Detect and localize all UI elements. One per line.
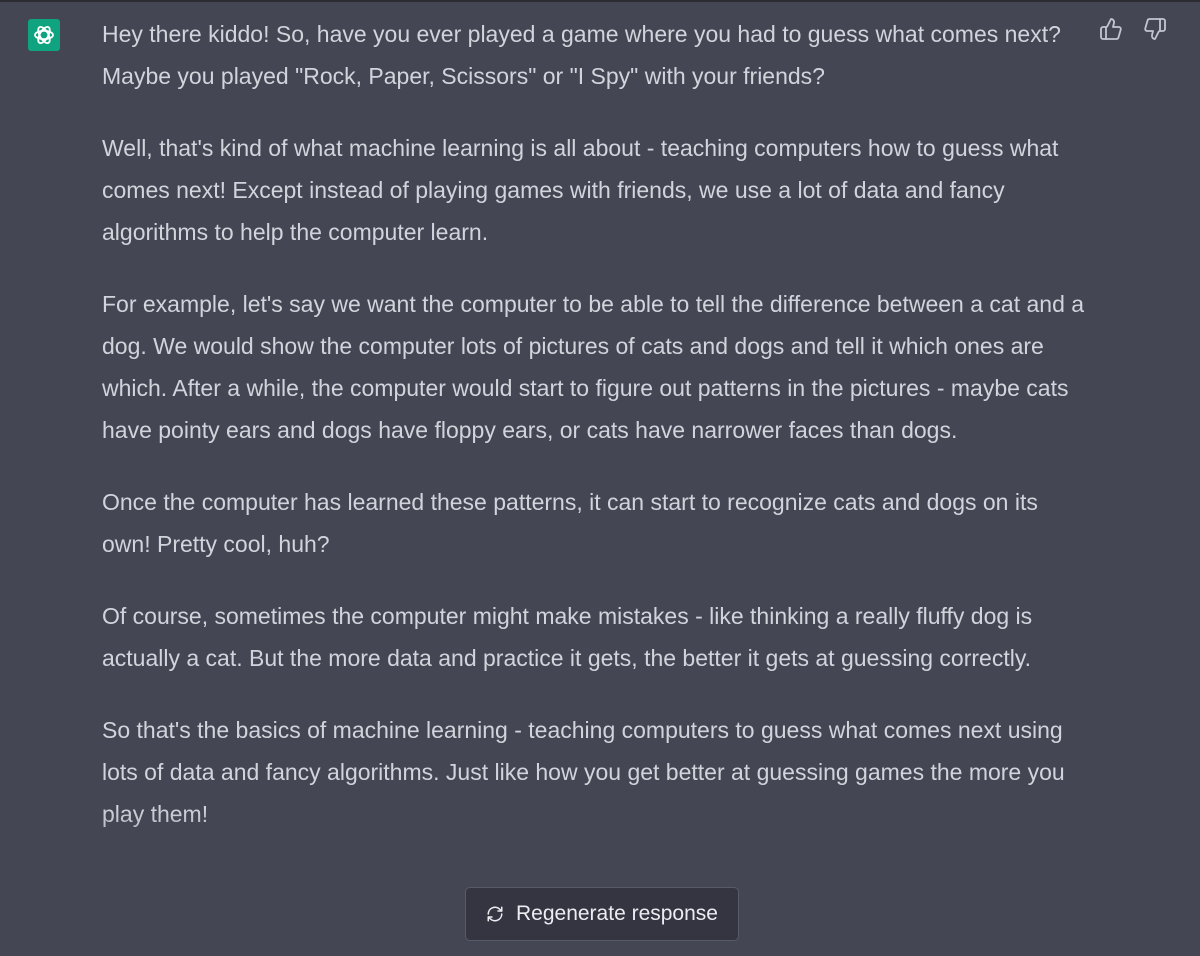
thumbs-up-icon xyxy=(1100,18,1122,40)
message-paragraph: Well, that's kind of what machine learni… xyxy=(102,135,1059,245)
thumbs-up-button[interactable] xyxy=(1098,16,1124,42)
top-divider xyxy=(0,0,1200,2)
assistant-message: Hey there kiddo! So, have you ever playe… xyxy=(102,13,1087,835)
assistant-avatar xyxy=(22,13,66,57)
thumbs-down-button[interactable] xyxy=(1142,16,1168,42)
feedback-controls xyxy=(1098,16,1168,42)
message-paragraph: Of course, sometimes the computer might … xyxy=(102,603,1033,671)
message-paragraph: So that's the basics of machine learning… xyxy=(102,717,1065,827)
thumbs-down-icon xyxy=(1144,18,1166,40)
regenerate-response-button[interactable]: Regenerate response xyxy=(465,887,739,941)
regenerate-label: Regenerate response xyxy=(516,902,718,925)
openai-logo-icon xyxy=(28,19,60,51)
message-paragraph: Hey there kiddo! So, have you ever playe… xyxy=(102,21,1061,89)
refresh-icon xyxy=(487,906,503,922)
message-paragraph: For example, let's say we want the compu… xyxy=(102,291,1085,443)
message-paragraph: Once the computer has learned these patt… xyxy=(102,489,1038,557)
